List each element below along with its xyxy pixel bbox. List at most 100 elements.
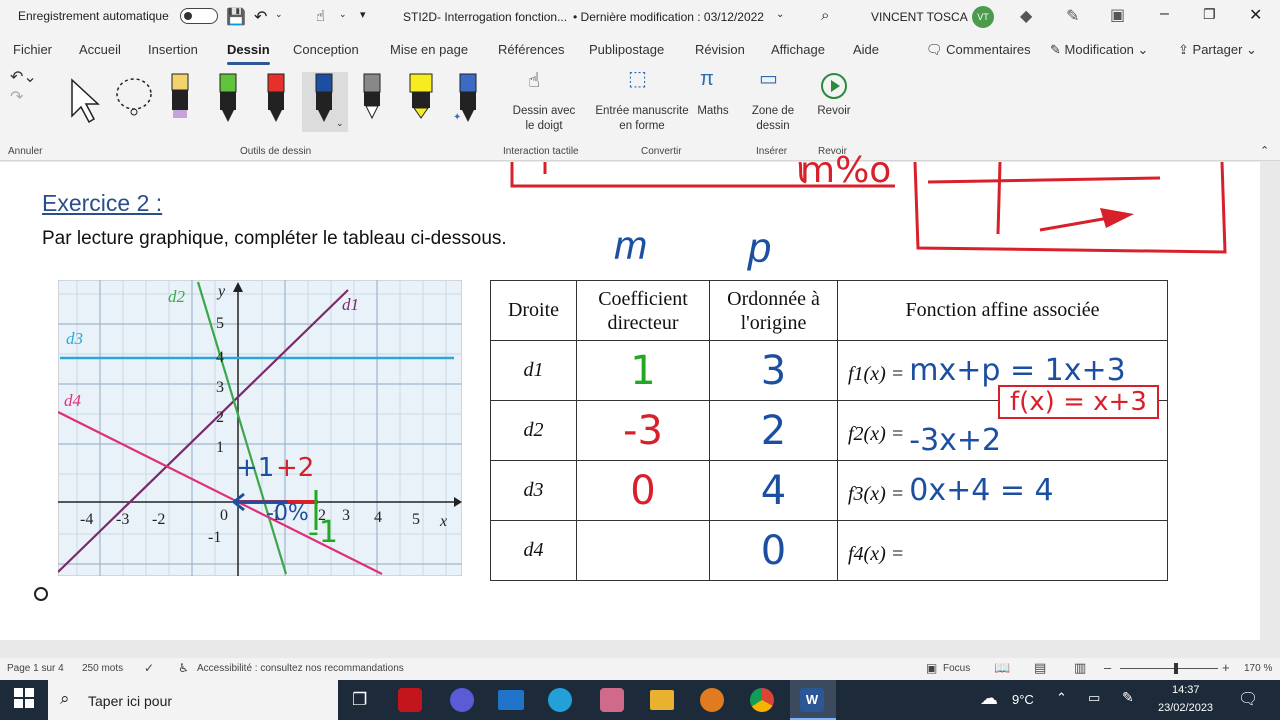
green-pen-icon[interactable] (219, 73, 237, 122)
cell-function[interactable]: f3(x) = 0x+4 = 4 (837, 460, 1168, 521)
doc-title[interactable]: STI2D- Interrogation fonction... (403, 10, 567, 24)
select-arrow-icon[interactable] (71, 78, 100, 124)
tab-aide[interactable]: Aide (853, 42, 879, 57)
windows-start-icon[interactable] (14, 688, 34, 713)
gray-pencil-icon[interactable] (363, 73, 381, 120)
cell-function[interactable]: f4(x) = (837, 520, 1168, 581)
undo-icon[interactable]: ↶ (254, 7, 267, 27)
user-name[interactable]: VINCENT TOSCA (871, 10, 968, 24)
touch-dropdown-icon[interactable]: ⌄ (339, 9, 347, 20)
tab-affichage[interactable]: Affichage (771, 42, 825, 57)
highlighter-pen-icon[interactable] (171, 73, 189, 118)
page-count[interactable]: Page 1 sur 4 (7, 663, 64, 674)
close-icon[interactable]: ✕ (1249, 5, 1262, 25)
taskbar-search[interactable]: ⌕ Taper ici pour (48, 680, 338, 720)
tray-chevron-icon[interactable]: ⌃ (1056, 690, 1067, 706)
cell-origin[interactable]: 2 (709, 400, 838, 461)
cell-coef[interactable]: 0 (576, 460, 710, 521)
cell-function[interactable]: f1(x) = mx+p = 1x+3 f(x) = x+3 (837, 340, 1168, 419)
ink-shape-icon[interactable]: ⬚ (628, 69, 647, 89)
web-layout-icon[interactable]: ▥ (1074, 660, 1086, 676)
print-layout-icon[interactable]: ▤ (1034, 660, 1046, 676)
ink-to-shape-button[interactable]: Entrée manuscrite en forme (592, 104, 692, 134)
undo-ribbon-icon[interactable]: ↶⌄ (10, 70, 37, 86)
edit-mode-button[interactable]: ✎ Modification ⌄ (1050, 42, 1148, 58)
comments-button[interactable]: 🗨 Commentaires (926, 42, 1031, 58)
replay-button[interactable]: Revoir (812, 104, 856, 119)
diamond-icon[interactable]: ◆ (1020, 6, 1032, 26)
zoom-level[interactable]: 170 % (1244, 663, 1272, 674)
tab-references[interactable]: Références (498, 42, 564, 57)
last-modified[interactable]: • Dernière modification : 03/12/2022 (573, 10, 764, 24)
accessibility-status[interactable]: Accessibilité : consultez nos recommanda… (197, 663, 404, 674)
zoom-slider-thumb[interactable] (1174, 663, 1178, 674)
restore-icon[interactable]: ❐ (1203, 6, 1216, 23)
touch-mode-icon[interactable]: ☝ (316, 7, 325, 25)
word-taskbar-button[interactable]: W (790, 680, 836, 720)
avatar[interactable]: VT (972, 6, 994, 28)
pen-icon[interactable]: ✎ (1066, 6, 1079, 26)
file-explorer-icon[interactable] (650, 690, 674, 710)
cell-coef[interactable] (576, 520, 710, 581)
mcafee-icon[interactable] (398, 688, 422, 712)
draw-finger-button[interactable]: Dessin avec le doigt (508, 104, 580, 134)
accessibility-icon[interactable]: ♿ (178, 661, 189, 675)
cell-origin[interactable]: 0 (709, 520, 838, 581)
tab-accueil[interactable]: Accueil (79, 42, 121, 57)
weather-temp[interactable]: 9°C (1012, 692, 1034, 707)
edge-icon[interactable] (548, 688, 572, 712)
cell-coef[interactable]: -3 (576, 400, 710, 461)
search-icon[interactable]: ⌕ (821, 7, 829, 24)
tab-publipostage[interactable]: Publipostage (589, 42, 664, 57)
clock-time[interactable]: 14:37 (1172, 684, 1200, 696)
yellow-highlighter-icon[interactable] (409, 73, 433, 119)
minimize-icon[interactable]: – (1160, 5, 1169, 23)
tab-fichier[interactable]: Fichier (13, 42, 52, 57)
zoom-in-icon[interactable]: + (1222, 660, 1230, 675)
cell-coef[interactable]: 1 (576, 340, 710, 401)
tab-insertion[interactable]: Insertion (148, 42, 198, 57)
collapse-ribbon-icon[interactable]: ⌃ (1260, 144, 1269, 159)
focus-button[interactable]: Focus (943, 663, 970, 674)
proofing-icon[interactable]: ✓ (144, 661, 154, 675)
math-icon[interactable]: π (700, 69, 714, 89)
photos-icon[interactable] (600, 688, 624, 712)
math-button[interactable]: Maths (694, 104, 732, 119)
pen-dropdown-icon[interactable]: ⌄ (336, 116, 344, 131)
canvas-icon[interactable]: ▭ (759, 69, 778, 89)
clock-date[interactable]: 23/02/2023 (1158, 702, 1213, 714)
tab-dessin[interactable]: Dessin (227, 42, 270, 65)
focus-icon[interactable]: ▣ (926, 661, 937, 675)
app-icon[interactable] (450, 688, 474, 712)
save-icon[interactable]: 💾 (226, 7, 246, 27)
cell-origin[interactable]: 4 (709, 460, 838, 521)
tray-device-icon[interactable]: ▭ (1088, 690, 1100, 706)
zoom-slider[interactable] (1120, 668, 1218, 669)
undo-dropdown-icon[interactable]: ⌄ (275, 9, 283, 20)
firefox-icon[interactable] (700, 688, 724, 712)
autosave-toggle[interactable] (174, 8, 218, 24)
title-dropdown-icon[interactable]: ⌄ (776, 9, 784, 20)
word-count[interactable]: 250 mots (82, 663, 123, 674)
ribbon-display-icon[interactable]: ▣ (1110, 5, 1125, 25)
tab-mise-en-page[interactable]: Mise en page (390, 42, 468, 57)
replay-icon[interactable] (820, 72, 848, 105)
pen-tray-icon[interactable]: ✎ (1122, 689, 1134, 706)
read-mode-icon[interactable]: 📖 (994, 660, 1010, 676)
mail-icon[interactable] (498, 690, 524, 710)
finger-draw-icon[interactable]: ☝ (528, 71, 540, 91)
red-pen-icon[interactable] (267, 73, 285, 122)
lasso-icon[interactable] (116, 78, 152, 116)
zoom-out-icon[interactable]: – (1104, 660, 1111, 675)
customize-qat-icon[interactable]: ▾ (360, 8, 366, 21)
redo-ribbon-icon[interactable]: ↷ (10, 90, 23, 106)
cell-origin[interactable]: 3 (709, 340, 838, 401)
drawing-canvas-button[interactable]: Zone de dessin (744, 104, 802, 134)
document-page[interactable]: m%o Exercice 2 : Par lecture graphique, … (0, 150, 1260, 640)
notifications-icon[interactable]: 🗨 (1238, 689, 1258, 709)
share-button[interactable]: ⇪ Partager ⌄ (1178, 42, 1257, 58)
tab-conception[interactable]: Conception (293, 42, 359, 57)
galaxy-pen-icon[interactable]: ✦ (453, 73, 477, 123)
chrome-icon[interactable] (750, 688, 774, 712)
tab-revision[interactable]: Révision (695, 42, 745, 57)
